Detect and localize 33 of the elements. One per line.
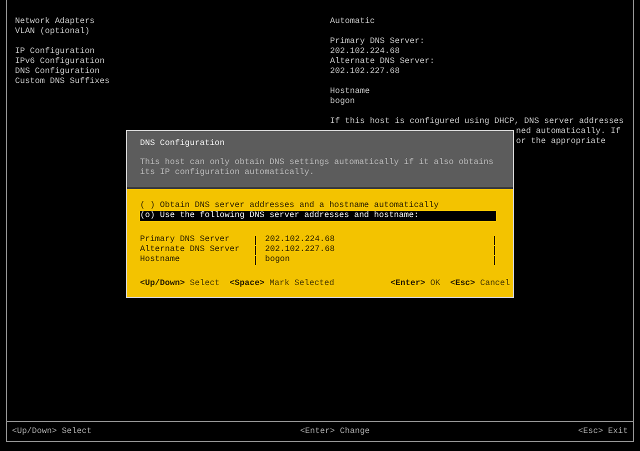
help-text: If this host is configured using DHCP, DNS server addresses [330,117,625,127]
detail-text: 202.102.224.68 [330,47,401,57]
input-field[interactable]: 202.102.224.68 [255,236,495,245]
menu-item[interactable]: Custom DNS Suffixes [15,77,330,87]
detail-text: Primary DNS Server: [330,37,426,47]
radio-option[interactable]: ( ) Obtain DNS server addresses and a hostname automatically [140,201,496,211]
help-text: ned automatically. If [516,127,621,137]
key-hint: <Space> Mark Selected [230,279,334,289]
menu-item[interactable]: DNS Configuration [15,67,330,77]
key-hint: <Esc> Cancel [450,279,510,289]
field-label: Primary DNS Server [140,235,231,245]
dialog-title: DNS Configuration [140,139,226,149]
key-hint: <Up/Down> Select [12,426,92,436]
menu-item[interactable]: Network Adapters [15,17,330,27]
key-hint: <Up/Down> Select [140,279,220,289]
menu-item[interactable]: IPv6 Configuration [15,57,330,67]
detail-text: Alternate DNS Server: [330,57,436,67]
detail-text: bogon [330,97,356,107]
key-hint: <Esc> Exit [578,426,628,436]
help-text: or the appropriate [516,137,606,147]
key-hint: <Enter> Change [300,426,370,436]
menu-item[interactable]: VLAN (optional) [15,27,330,37]
field-label: Alternate DNS Server [140,245,241,255]
field-label: Hostname [140,255,181,265]
input-field[interactable]: 202.102.227.68 [255,246,495,255]
detail-text: Hostname [330,87,371,97]
input-field[interactable]: bogon [255,256,495,265]
detail-text: 202.102.227.68 [330,67,401,77]
dialog-description: This host can only obtain DNS settings automatically if it also obtains its IP configuration automatically. [140,158,495,178]
detail-text: Automatic [330,17,376,27]
radio-option[interactable]: (o) Use the following DNS server addresses and hostname: [140,211,496,221]
menu-item[interactable]: IP Configuration [15,47,330,57]
key-hint: <Enter> OK [390,279,440,289]
